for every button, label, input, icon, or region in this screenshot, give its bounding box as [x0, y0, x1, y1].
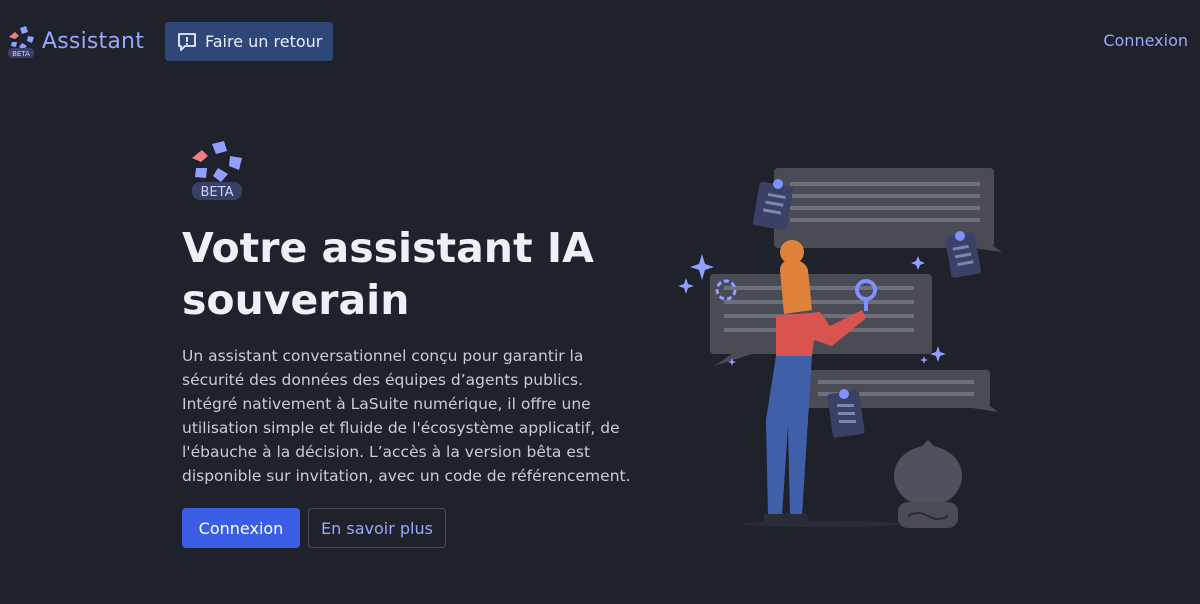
brand-badge: BETA: [12, 50, 30, 58]
assistant-logo-icon: BETA: [8, 26, 34, 58]
hero-description: Un assistant conversationnel conçu pour …: [182, 347, 631, 485]
feedback-label: Faire un retour: [205, 32, 323, 51]
title-line-2: souverain: [182, 276, 410, 324]
page-title: Votre assistant IA souverain: [182, 222, 652, 326]
learn-more-button[interactable]: En savoir plus: [308, 508, 446, 548]
clipboard-icon: [827, 389, 865, 438]
hero-illustration: [678, 168, 1002, 528]
brand-link[interactable]: BETA Assistant: [6, 24, 144, 58]
hero-section: BETA Votre assistant IA souverain Un ass…: [182, 140, 652, 548]
brand-name: Assistant: [42, 28, 145, 54]
title-line-1: Votre assistant IA: [182, 224, 594, 272]
feedback-button[interactable]: Faire un retour: [165, 22, 333, 61]
hero-actions: Connexion En savoir plus: [182, 508, 652, 548]
login-button[interactable]: Connexion: [182, 508, 300, 548]
feedback-icon: [178, 32, 196, 51]
header-login-link[interactable]: Connexion: [1103, 31, 1188, 50]
assistant-logo-icon: BETA: [192, 141, 242, 200]
top-header: BETA Assistant Faire un retour Connexion: [0, 0, 1200, 82]
cactus-illustration: [894, 440, 962, 528]
hero-badge: BETA: [201, 185, 234, 200]
